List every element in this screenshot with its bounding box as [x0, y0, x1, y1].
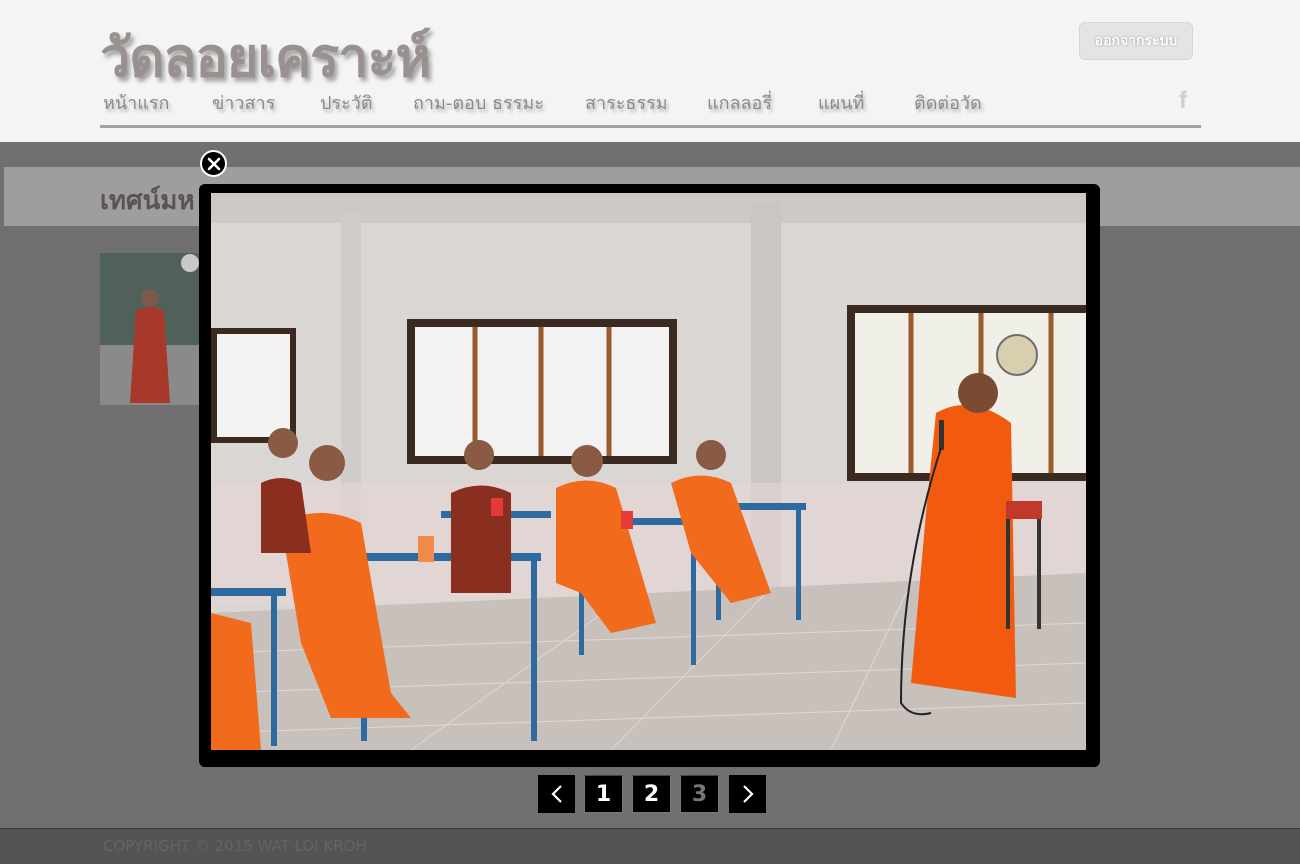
lightbox-prev-button[interactable] — [538, 775, 575, 813]
nav-item-contact[interactable]: ติดต่อวัด — [914, 88, 982, 117]
copyright-text: COPYRIGHT © 2015 WAT LOI KROH — [103, 837, 367, 855]
lightbox-page-2[interactable]: 2 — [632, 775, 671, 813]
site-header: วัดลอยเคราะห์ ออกจากระบบ หน้าแรก ข่าวสาร… — [0, 0, 1300, 142]
nav-item-home[interactable]: หน้าแรก — [103, 88, 169, 117]
nav-item-history[interactable]: ประวัติ — [320, 88, 373, 117]
lightbox-photo — [211, 193, 1086, 750]
main-nav: หน้าแรก ข่าวสาร ประวัติ ถาม-ตอบ ธรรมะ สา… — [100, 84, 1201, 128]
nav-item-dhamma[interactable]: สาระธรรม — [585, 88, 668, 117]
lightbox-page-3[interactable]: 3 — [680, 775, 719, 813]
lightbox-page-1[interactable]: 1 — [584, 775, 623, 813]
facebook-icon[interactable]: f — [1168, 84, 1198, 118]
lightbox-close-button[interactable] — [200, 150, 227, 177]
nav-item-qa[interactable]: ถาม-ตอบ ธรรมะ — [413, 88, 544, 117]
close-icon — [207, 157, 220, 170]
nav-item-news[interactable]: ข่าวสาร — [212, 88, 275, 117]
gallery-thumbnail[interactable] — [100, 253, 204, 405]
site-footer: COPYRIGHT © 2015 WAT LOI KROH — [0, 828, 1300, 864]
page-title: เทศน์มห — [100, 186, 195, 216]
chevron-right-icon — [742, 785, 754, 803]
nav-item-gallery[interactable]: แกลลอรี่ — [707, 88, 772, 117]
logout-button[interactable]: ออกจากระบบ — [1079, 22, 1193, 60]
lightbox-next-button[interactable] — [729, 775, 766, 813]
nav-item-map[interactable]: แผนที่ — [818, 88, 864, 117]
chevron-left-icon — [550, 785, 562, 803]
